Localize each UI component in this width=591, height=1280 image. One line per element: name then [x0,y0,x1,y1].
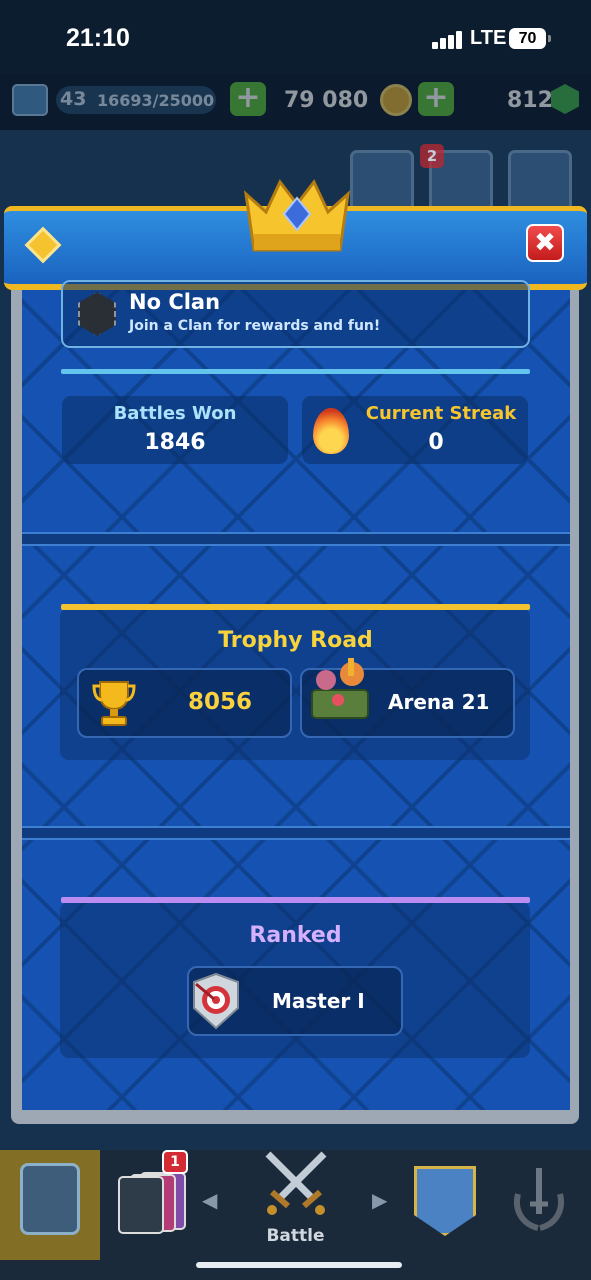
add-gold-button[interactable]: + [230,82,266,116]
gold-amount: 79 080 [284,88,369,113]
rank-label: Master I [272,989,365,1013]
friends-button[interactable] [350,150,414,212]
battery-icon: 70 [509,28,551,49]
close-button[interactable]: ✖ [526,224,564,262]
crown-icon [243,179,351,252]
chest-icon [20,1163,80,1235]
clan-title: No Clan [129,290,221,314]
arena-icon [311,658,369,719]
cards-icon [118,1170,188,1234]
signal-icon [432,31,464,49]
xp-progress: 16693/25000 [97,91,215,110]
home-indicator [196,1262,402,1268]
gem-icon [551,84,579,114]
resource-bar: 43 16693/25000 + 79 080 + 812 [0,74,591,130]
gems-amount: 812 [507,88,553,113]
section-separator [22,826,570,840]
trophy-road-divider [61,604,530,610]
battles-won-label: Battles Won [113,403,237,424]
gold-coin-icon [380,84,412,116]
clan-subtitle: Join a Clan for rewards and fun! [129,318,381,334]
menu-button[interactable] [508,150,572,212]
ranked-title: Ranked [249,923,342,948]
stats-divider [61,369,530,374]
flame-icon [313,408,349,454]
crossed-swords-icon [265,1151,327,1215]
add-gems-button[interactable]: + [418,82,454,116]
trophy-count: 8056 [188,689,253,715]
current-streak-value: 0 [428,430,444,455]
trophy-road-title: Trophy Road [218,628,373,653]
arrow-right-icon: ▶ [372,1188,388,1212]
laurel-sword-icon [514,1168,564,1231]
network-label: LTE [470,27,507,49]
arena-label: Arena 21 [388,690,490,714]
trophy-icon [92,681,136,726]
battles-won-value: 1846 [144,430,206,455]
news-notification-badge: 2 [420,144,444,168]
cards-notification-badge: 1 [162,1150,188,1174]
master-rank-icon [193,972,239,1030]
current-streak-label: Current Streak [365,403,517,424]
status-time: 21:10 [66,24,130,52]
ranked-divider [61,897,530,903]
king-level: 43 [60,88,87,110]
king-level-icon [12,84,48,116]
section-separator [22,532,570,546]
